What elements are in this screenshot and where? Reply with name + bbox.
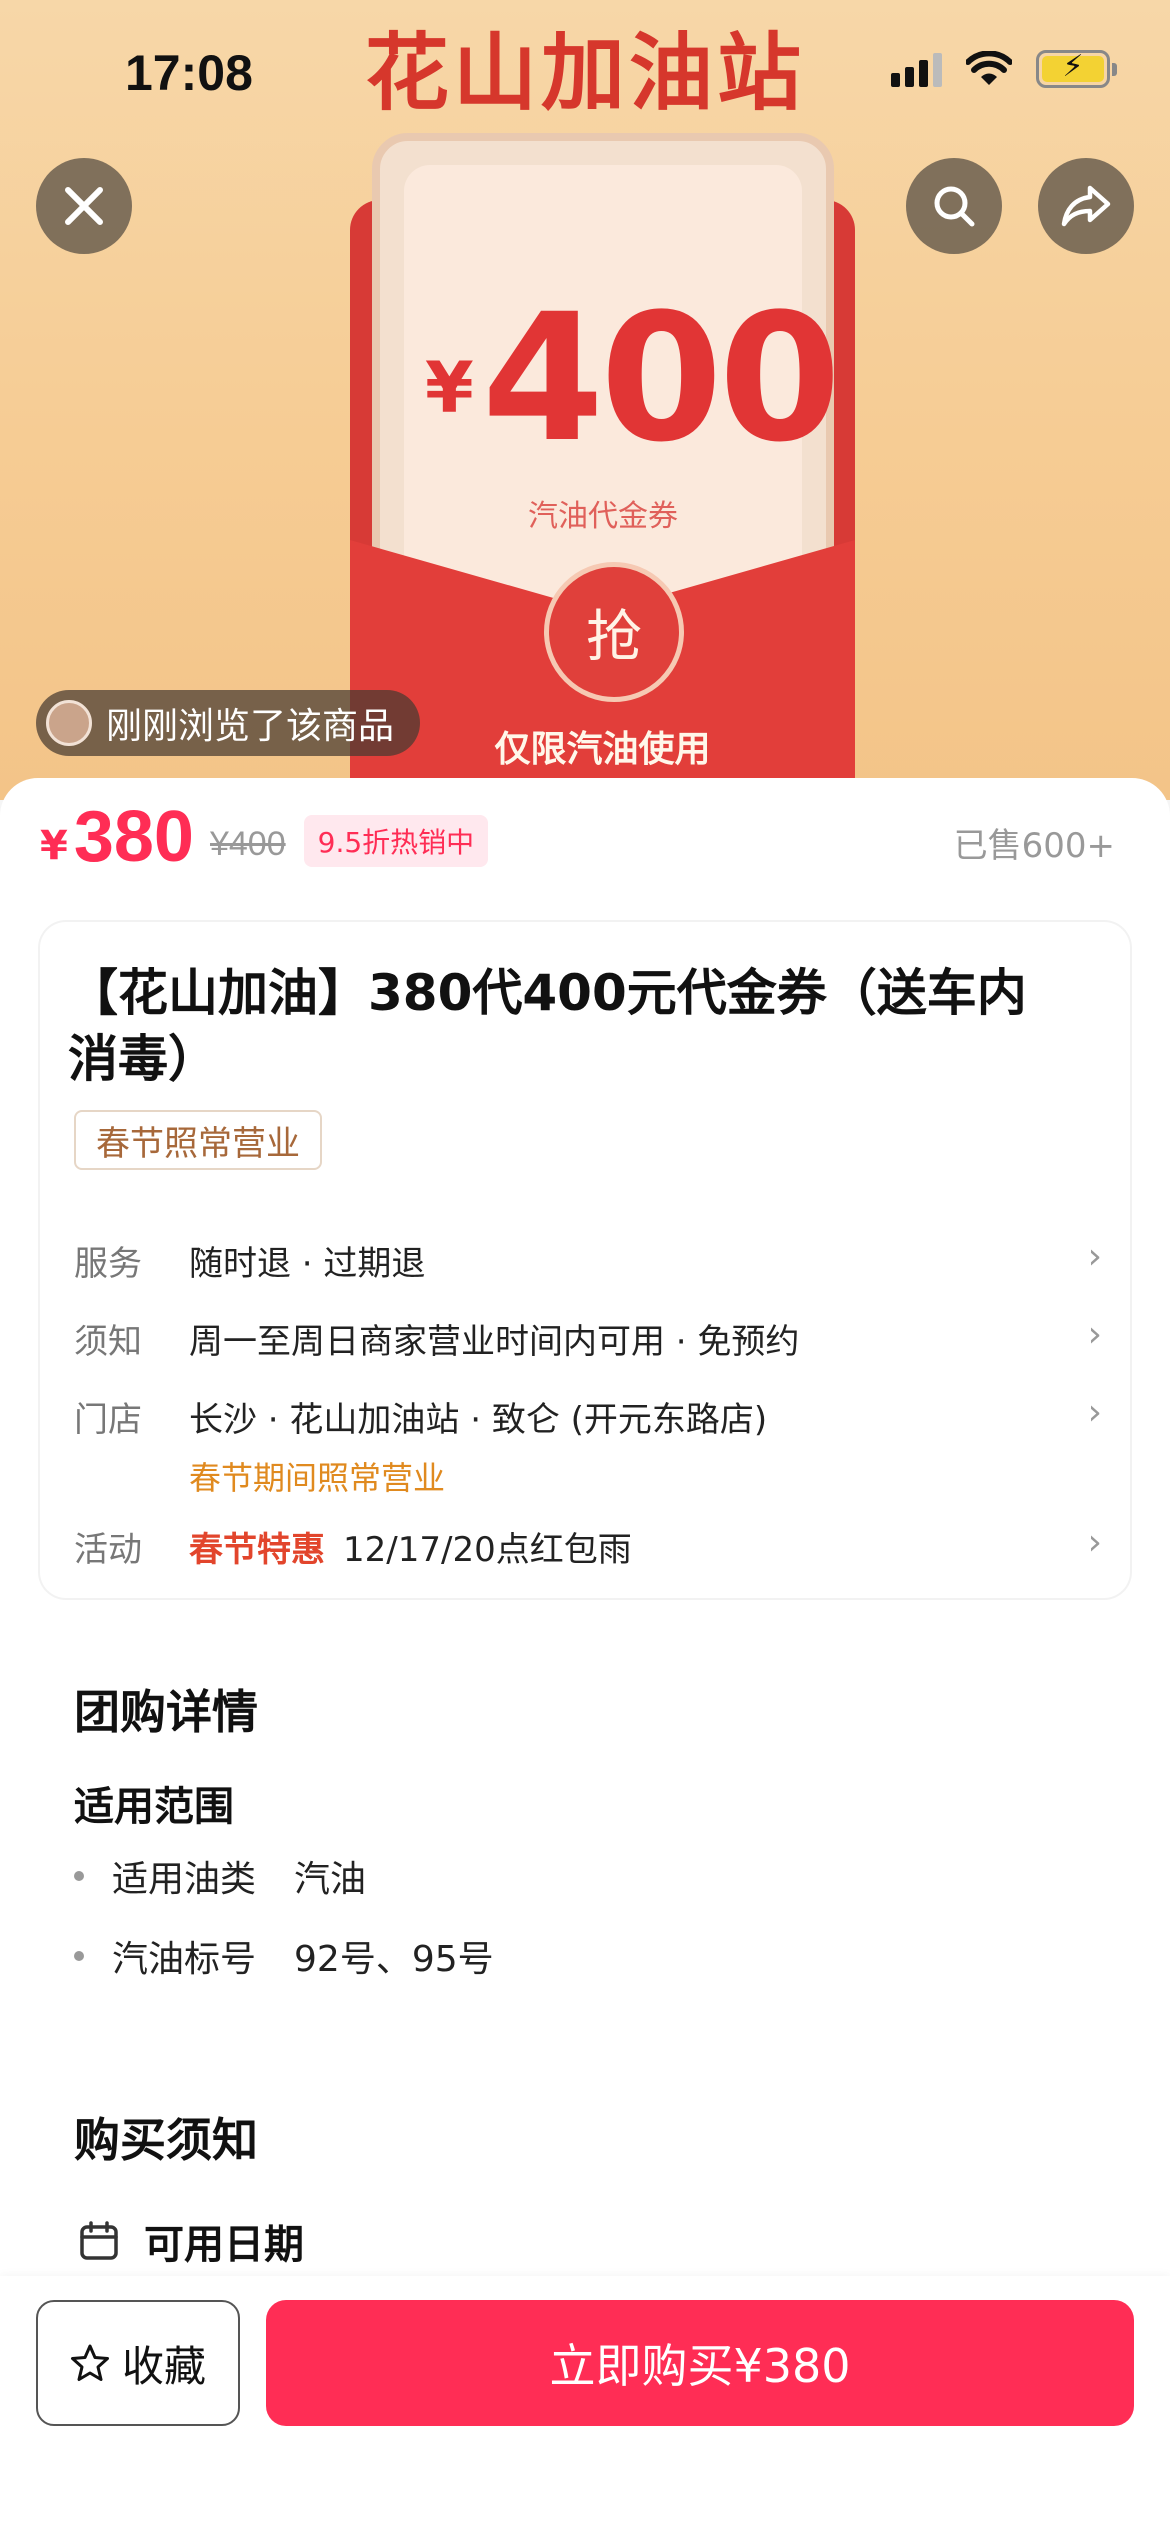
info-row-activity[interactable]: 活动 春节特惠 12/17/20点红包雨 ›: [74, 1522, 1102, 1571]
cellular-signal-icon: [891, 51, 942, 87]
battery-icon: ⚡: [1036, 49, 1117, 88]
search-button[interactable]: [906, 158, 1002, 254]
grab-badge: 抢: [544, 562, 684, 702]
share-icon: [1061, 185, 1111, 227]
info-row-value-wrap: 春节特惠 12/17/20点红包雨: [189, 1522, 1072, 1571]
current-price: 380: [73, 797, 194, 877]
chevron-right-icon: ›: [1087, 1522, 1102, 1563]
only-gas-text: 仅限汽油使用: [494, 729, 711, 770]
chevron-right-icon: ›: [1087, 1392, 1102, 1433]
sold-count: 已售600+: [953, 825, 1115, 866]
list-item: 适用油类 汽油: [74, 1850, 366, 1902]
close-button[interactable]: [36, 158, 132, 254]
voucher-number: 400: [481, 276, 841, 481]
promo-hot-label: 春节特惠: [189, 1530, 325, 1570]
list-item: 汽油标号 92号、95号: [74, 1930, 494, 1982]
search-icon: [934, 186, 975, 227]
recently-browsed-pill: 刚刚浏览了该商品: [36, 690, 421, 756]
list-item-key: 适用油类: [112, 1859, 257, 1900]
info-row-key: 服务: [74, 1244, 142, 1284]
info-row-store[interactable]: 门店 长沙 · 花山加油站 · 致仑 (开元东路店) 春节期间照常营业 ›: [74, 1392, 1102, 1499]
open-status-tag: 春节照常营业: [74, 1110, 322, 1170]
section-heading: 购买须知: [74, 2113, 258, 2167]
discount-badge: 9.5折热销中: [303, 815, 489, 867]
product-title: 【花山加油】380代400元代金券（送车内消毒）: [68, 964, 1027, 1088]
section-heading: 团购详情: [74, 1685, 258, 1739]
list-item-value: 汽油: [294, 1859, 367, 1900]
info-row-value: 长沙 · 花山加油站 · 致仑 (开元东路店): [189, 1400, 768, 1440]
info-row-key: 活动: [74, 1530, 142, 1570]
list-item-key: 汽油标号: [112, 1939, 257, 1980]
star-icon: [70, 2344, 109, 2381]
status-icons: ⚡: [891, 49, 1117, 88]
available-date-label: 可用日期: [144, 2222, 304, 2268]
chevron-right-icon: ›: [1087, 1314, 1102, 1355]
group-buy-detail-card: 团购详情 适用范围 适用油类 汽油 汽油标号 92号、95号: [38, 1628, 1132, 2028]
info-row-key: 须知: [74, 1322, 142, 1362]
share-button[interactable]: [1038, 158, 1134, 254]
subsection-heading: 适用范围: [74, 1784, 234, 1830]
info-row-key: 门店: [74, 1400, 142, 1440]
product-info-card: 【花山加油】380代400元代金券（送车内消毒） 春节照常营业 服务 随时退 ·…: [38, 920, 1132, 1600]
info-row-value: 周一至周日商家营业时间内可用 · 免预约: [189, 1322, 800, 1362]
calendar-icon: [80, 2221, 118, 2260]
buy-now-button[interactable]: 立即购买¥380: [266, 2300, 1134, 2426]
info-row-value-wrap: 长沙 · 花山加油站 · 致仑 (开元东路店) 春节期间照常营业: [189, 1392, 1072, 1499]
store-open-note: 春节期间照常营业: [189, 1459, 446, 1497]
avatar: [46, 700, 92, 746]
price-row: ¥ 380 ¥400 9.5折热销中 已售600+: [40, 796, 1115, 878]
info-row-service[interactable]: 服务 随时退 · 过期退 ›: [74, 1236, 1102, 1285]
favorite-button[interactable]: 收藏: [36, 2300, 240, 2426]
voucher-subtitle: 汽油代金券: [528, 499, 678, 534]
available-date-row: 可用日期: [78, 2212, 304, 2270]
info-row-value: 12/17/20点红包雨: [343, 1530, 632, 1570]
product-hero-image: 花山加油站 ¥ 400 汽油代金券 抢 仅限汽油使用 刚刚浏览了该商品: [0, 0, 1170, 800]
close-icon: [65, 187, 103, 225]
voucher-amount: ¥ 400: [425, 276, 841, 481]
price-currency: ¥: [40, 823, 68, 869]
recently-browsed-text: 刚刚浏览了该商品: [106, 706, 395, 747]
voucher-yen: ¥: [425, 347, 474, 429]
list-item-value: 92号、95号: [294, 1939, 494, 1980]
bullet-dot: [74, 1871, 84, 1881]
wifi-icon: [966, 51, 1012, 85]
info-row-value: 随时退 · 过期退: [189, 1244, 426, 1284]
status-time: 17:08: [125, 45, 253, 101]
chevron-right-icon: ›: [1087, 1236, 1102, 1277]
favorite-label: 收藏: [121, 2341, 206, 2391]
info-row-notice[interactable]: 须知 周一至周日商家营业时间内可用 · 免预约 ›: [74, 1314, 1102, 1363]
original-price: ¥400: [209, 824, 286, 863]
bullet-dot: [74, 1951, 84, 1961]
